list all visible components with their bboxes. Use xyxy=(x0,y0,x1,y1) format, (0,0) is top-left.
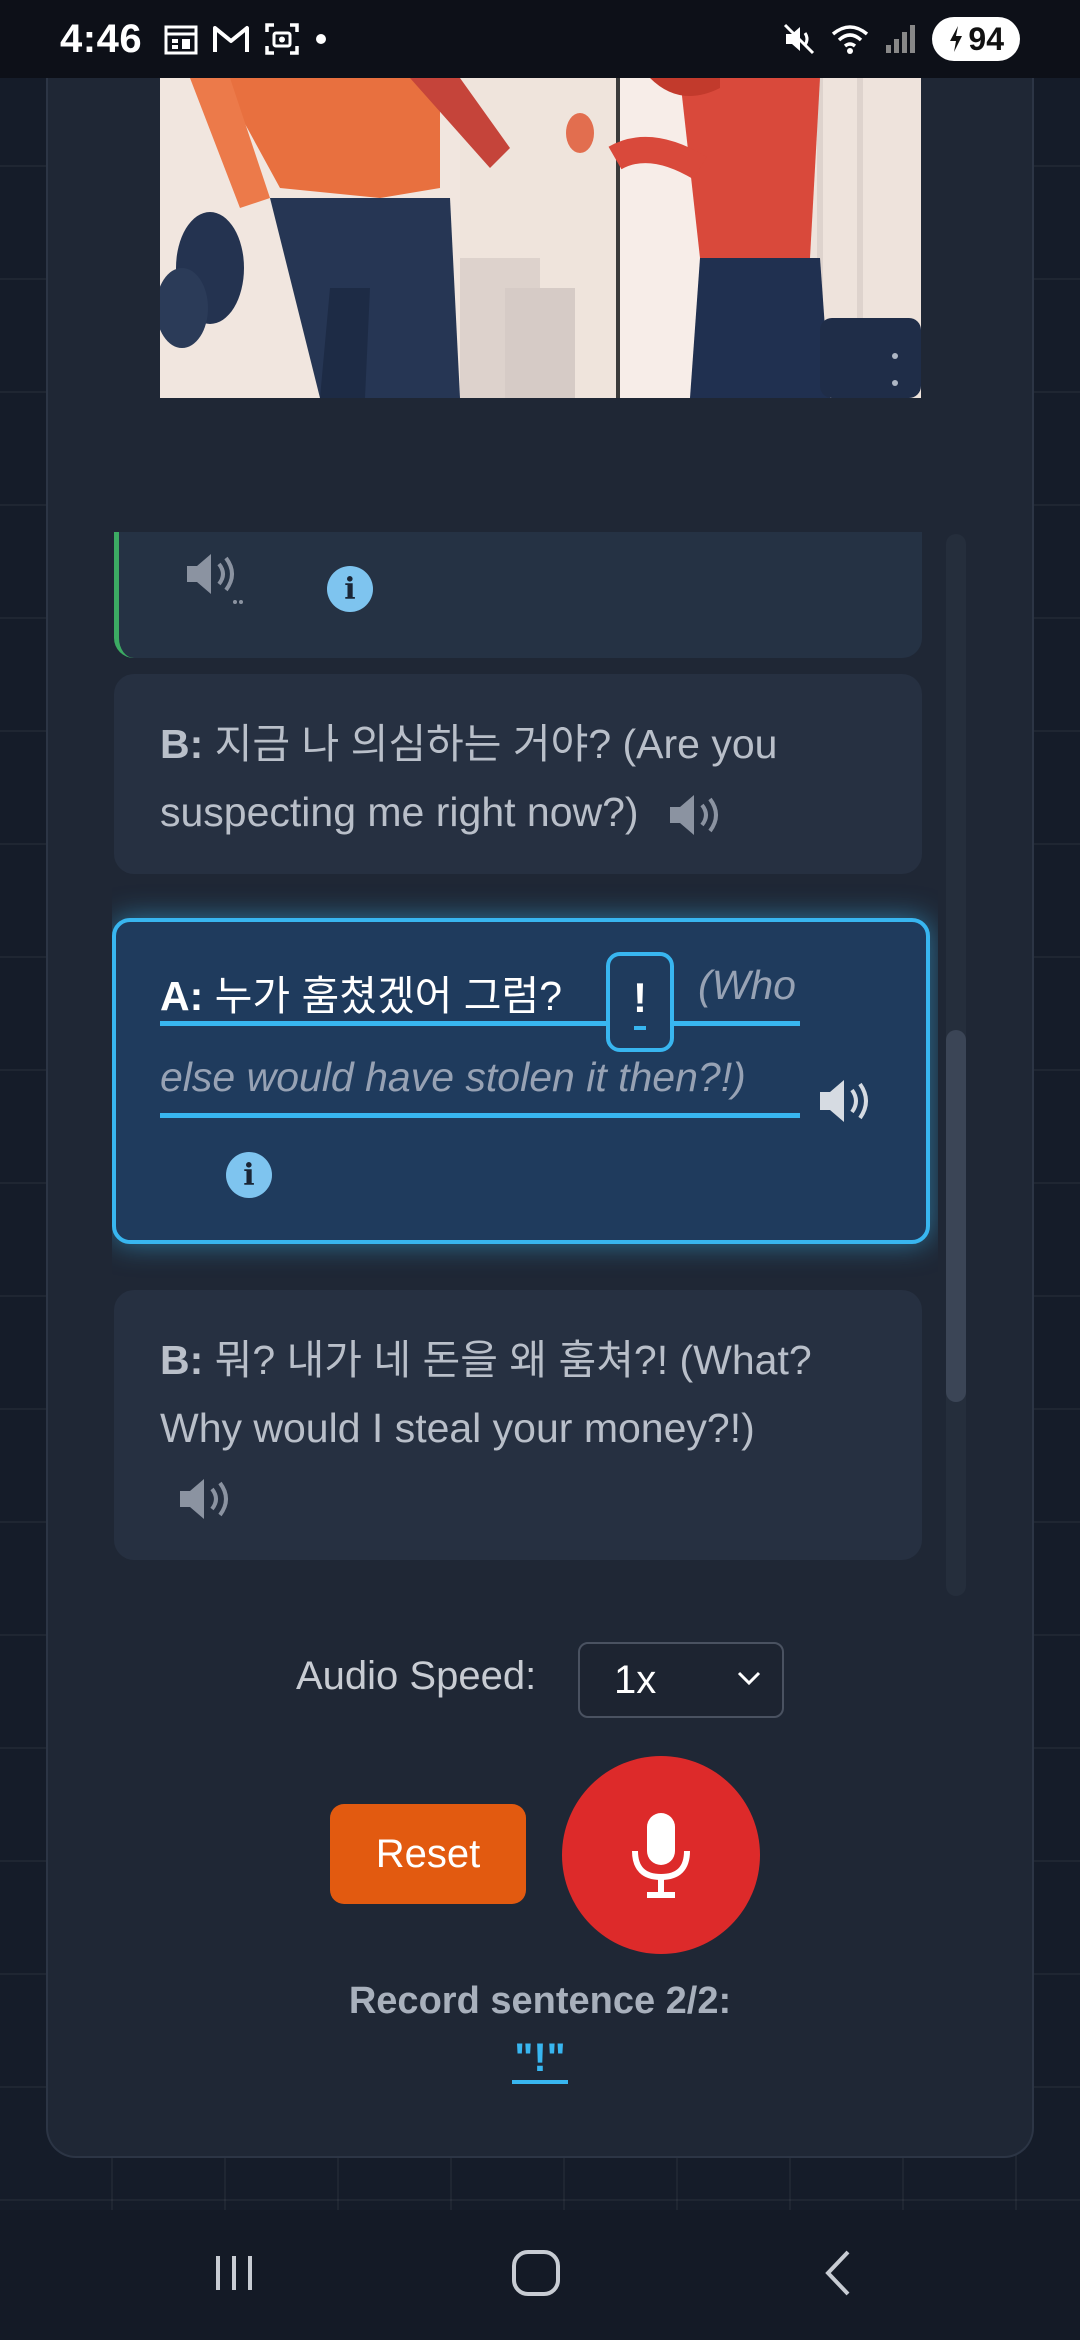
record-button[interactable] xyxy=(562,1756,760,1954)
speaker-icon[interactable] xyxy=(176,1475,242,1523)
audio-speed-row: Audio Speed: 1x xyxy=(0,1640,1080,1718)
dialogue-line-b1: B: 지금 나 의심하는 거야? (Are you suspecting me … xyxy=(114,674,922,874)
active-line-row-1: A: 누가 훔쳤겠어 그럼? (Who xyxy=(160,962,800,1026)
blank-value: ! xyxy=(633,974,647,1021)
speaker-label: B: xyxy=(160,1337,204,1383)
recent-apps-icon[interactable] xyxy=(212,2248,256,2298)
active-dialogue-line[interactable]: A: 누가 훔쳤겠어 그럼? (Who ! else would have st… xyxy=(112,918,930,1244)
wifi-icon xyxy=(832,25,869,54)
screenshot-icon xyxy=(265,23,299,55)
audio-speed-label: Audio Speed: xyxy=(296,1654,537,1698)
signal-icon xyxy=(886,25,916,53)
system-nav-bar xyxy=(0,2210,1080,2340)
notification-icons xyxy=(164,22,328,56)
completed-line-card: i xyxy=(114,532,922,658)
dot-icon xyxy=(316,34,327,44)
argument-scene-image xyxy=(160,78,921,398)
chevron-down-icon xyxy=(737,1671,761,1686)
audio-speed-value: 1x xyxy=(614,1657,657,1702)
info-icon[interactable]: i xyxy=(226,1152,272,1198)
back-icon[interactable] xyxy=(818,2248,858,2298)
microphone-icon xyxy=(632,1813,690,1898)
battery-level: 94 xyxy=(968,20,1004,57)
status-bar: 4:46 94 xyxy=(0,0,1080,78)
speaker-icon[interactable] xyxy=(816,1076,882,1126)
active-line-row-2: else would have stolen it then?!) xyxy=(160,1054,800,1118)
speaker-icon[interactable] xyxy=(183,548,247,608)
line-text: 뭐? 내가 네 돈을 왜 훔쳐?! (What? Why would I ste… xyxy=(160,1337,812,1451)
record-target-text[interactable]: "!" xyxy=(512,2036,568,2084)
english-translation-part2: else would have stolen it then?!) xyxy=(160,1054,746,1100)
charging-icon xyxy=(950,26,963,52)
audio-speed-select[interactable]: 1x xyxy=(578,1642,784,1718)
record-progress-label: Record sentence 2/2: xyxy=(348,1980,732,2022)
status-time: 4:46 xyxy=(60,16,143,61)
info-icon[interactable]: i xyxy=(327,566,373,612)
gmail-icon xyxy=(213,26,250,52)
dialogue-line-b2: B: 뭐? 내가 네 돈을 왜 훔쳐?! (What? Why would I … xyxy=(114,1290,922,1560)
dialogue-list[interactable]: i B: 지금 나 의심하는 거야? (Are you suspecting m… xyxy=(112,532,938,1598)
blank-input-box[interactable]: ! xyxy=(606,952,674,1052)
text-cursor xyxy=(634,1026,646,1030)
english-translation-part1: (Who xyxy=(698,962,796,1008)
scrollbar-thumb[interactable] xyxy=(946,1030,966,1402)
korean-text: 누가 훔쳤겠어 그럼? xyxy=(214,973,563,1019)
battery-indicator: 94 xyxy=(932,17,1020,61)
scene-illustration xyxy=(160,78,921,398)
speaker-label: A: xyxy=(160,973,204,1019)
calendar-icon xyxy=(164,25,198,55)
speaker-icon[interactable] xyxy=(666,791,732,839)
home-icon[interactable] xyxy=(510,2248,562,2298)
dialogue-scrollbar[interactable] xyxy=(946,534,966,1596)
speaker-label: B: xyxy=(160,721,204,767)
reset-button[interactable]: Reset xyxy=(330,1804,526,1904)
mute-icon xyxy=(784,23,815,55)
